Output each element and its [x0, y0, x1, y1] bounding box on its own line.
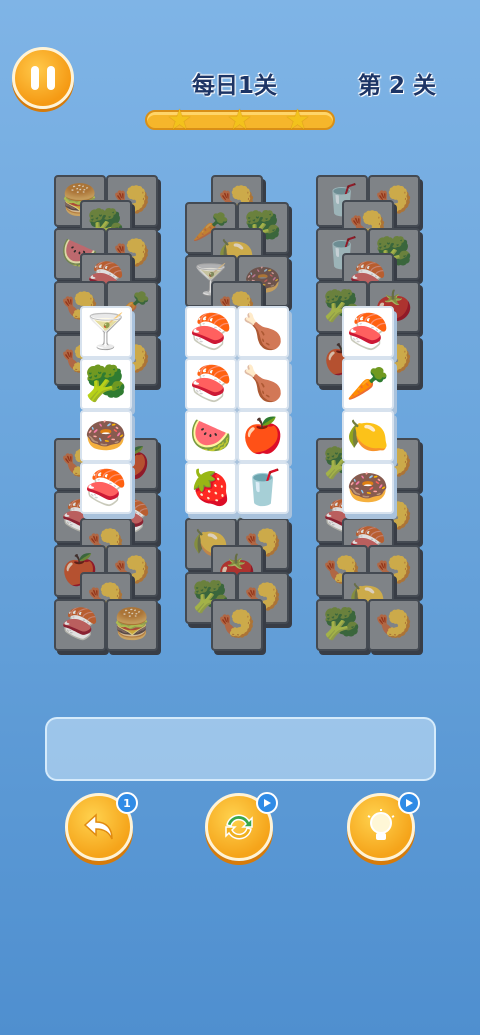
level-number: 第 2 关 — [358, 73, 437, 99]
video-ad-icon — [256, 792, 278, 814]
tile-shrimp-icon: 🍤 — [368, 599, 420, 651]
tile-salmon-icon[interactable]: 🍣 — [80, 462, 132, 514]
shuffle-icon — [225, 814, 253, 840]
tile-apple-icon[interactable]: 🍎 — [237, 410, 289, 462]
star-progress-bar: ★ ★ ★ — [145, 106, 335, 134]
star-icon: ★ — [285, 103, 311, 136]
tile-carrot-icon[interactable]: 🥕 — [342, 358, 394, 410]
tile-watermelon-icon[interactable]: 🍉 — [185, 410, 237, 462]
tile-strawberry-icon[interactable]: 🍓 — [185, 462, 237, 514]
daily-level-title: 每日1关 — [192, 73, 278, 99]
tile-tray-slot-bar — [45, 717, 436, 781]
undo-button[interactable]: 1 — [65, 792, 138, 861]
shuffle-button[interactable] — [205, 792, 278, 861]
tile-drink-icon[interactable]: 🥤 — [237, 462, 289, 514]
tile-shrimp-icon: 🍤 — [211, 599, 263, 651]
star-icon: ★ — [167, 103, 193, 136]
tile-burger-icon: 🍔 — [106, 599, 158, 651]
tile-salmon-icon[interactable]: 🍣 — [185, 358, 237, 410]
tile-cocktail-icon[interactable]: 🍸 — [80, 306, 132, 358]
video-ad-icon — [398, 792, 420, 814]
lightbulb-icon — [367, 809, 395, 840]
tile-salmon-icon[interactable]: 🍣 — [185, 306, 237, 358]
tile-donut-icon[interactable]: 🍩 — [80, 410, 132, 462]
star-icon: ★ — [227, 103, 253, 136]
tile-drumstick-icon[interactable]: 🍗 — [237, 306, 289, 358]
tile-salmon-icon[interactable]: 🍣 — [342, 306, 394, 358]
tile-lime-icon[interactable]: 🍋 — [342, 410, 394, 462]
pause-icon — [31, 66, 39, 90]
tile-donut-icon[interactable]: 🍩 — [342, 462, 394, 514]
pause-button[interactable] — [12, 47, 74, 109]
hint-button[interactable] — [347, 792, 420, 861]
tile-broccoli-icon: 🥦 — [316, 599, 368, 651]
tile-salmon-icon: 🍣 — [54, 599, 106, 651]
undo-arrow-icon — [83, 813, 113, 840]
undo-count-badge: 1 — [116, 792, 138, 814]
tile-broccoli-icon[interactable]: 🥦 — [80, 358, 132, 410]
tile-drumstick-icon[interactable]: 🍗 — [237, 358, 289, 410]
